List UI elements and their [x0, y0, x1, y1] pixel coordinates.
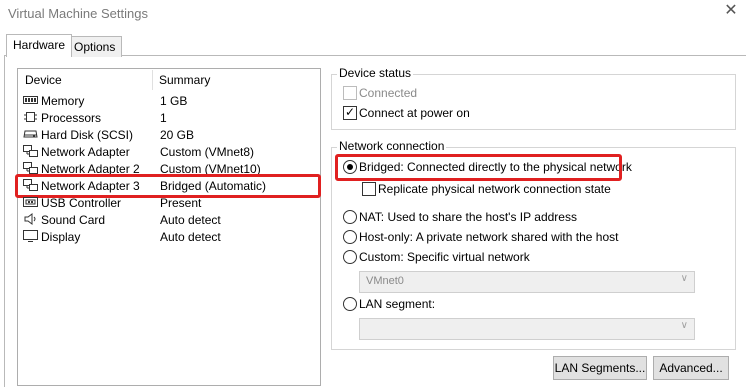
display-icon	[23, 230, 38, 242]
device-name: Hard Disk (SCSI)	[41, 128, 134, 142]
tab-hardware[interactable]: Hardware	[6, 34, 73, 57]
close-icon[interactable]: ✕	[723, 2, 739, 20]
window-title: Virtual Machine Settings	[8, 6, 148, 21]
device-name: Sound Card	[41, 213, 106, 227]
network-adapter-icon	[23, 162, 38, 174]
column-header-summary[interactable]: Summary	[159, 73, 210, 87]
device-summary: Custom (VMnet10)	[160, 162, 261, 176]
network-adapter-icon	[23, 145, 38, 157]
speaker-icon	[23, 213, 38, 225]
nat-label: NAT: Used to share the host's IP address	[359, 210, 577, 224]
tab-options[interactable]: Options	[67, 36, 123, 57]
host-only-radio[interactable]	[343, 230, 357, 244]
hard-disk-icon	[23, 128, 38, 140]
connect-at-power-on-label: Connect at power on	[359, 106, 470, 120]
device-name: Network Adapter	[41, 145, 130, 159]
chevron-down-icon: ∨	[680, 320, 688, 331]
chevron-down-icon: ∨	[680, 273, 688, 284]
device-name: Memory	[41, 94, 85, 108]
usb-icon	[23, 196, 38, 208]
device-status-group	[331, 74, 736, 130]
radio-dot-icon	[347, 164, 353, 170]
device-name: Display	[41, 230, 81, 244]
device-row-sound-card[interactable]: Sound Card Auto detect	[23, 212, 313, 229]
replicate-state-label: Replicate physical network connection st…	[378, 182, 611, 196]
advanced-button[interactable]: Advanced...	[653, 356, 729, 380]
bridged-radio[interactable]	[343, 160, 357, 174]
custom-network-value: VMnet0	[366, 275, 404, 287]
device-row-hard-disk[interactable]: Hard Disk (SCSI) 20 GB	[23, 127, 313, 144]
device-summary: Custom (VMnet8)	[160, 145, 255, 159]
connected-label: Connected	[359, 86, 418, 100]
device-status-legend: Device status	[337, 66, 414, 80]
device-name: Processors	[41, 111, 102, 125]
bridged-label: Bridged: Connected directly to the physi…	[359, 160, 632, 174]
connect-at-power-on-checkbox[interactable]: ✓	[343, 105, 357, 120]
host-only-label: Host-only: A private network shared with…	[359, 230, 619, 244]
replicate-state-checkbox[interactable]	[362, 182, 376, 196]
custom-label: Custom: Specific virtual network	[359, 250, 530, 264]
connected-checkbox[interactable]	[343, 86, 357, 100]
device-summary: 1 GB	[160, 94, 188, 108]
column-header-device[interactable]: Device	[25, 73, 62, 87]
lan-segments-button[interactable]: LAN Segments...	[553, 356, 647, 380]
custom-network-select[interactable]: VMnet0 ∨	[359, 271, 695, 293]
checkmark-icon: ✓	[345, 105, 356, 119]
network-connection-legend: Network connection	[337, 139, 447, 153]
device-row-usb-controller[interactable]: USB Controller Present	[23, 195, 313, 212]
device-summary: 20 GB	[160, 128, 195, 142]
device-row-network-adapter-2[interactable]: Network Adapter 2 Custom (VMnet10)	[23, 161, 313, 178]
device-row-display[interactable]: Display Auto detect	[23, 229, 313, 246]
device-name: Network Adapter 3	[41, 179, 140, 193]
custom-radio[interactable]	[343, 250, 357, 264]
device-row-memory[interactable]: Memory 1 GB	[23, 93, 313, 110]
memory-icon	[23, 94, 38, 106]
nat-radio[interactable]	[343, 210, 357, 224]
lan-segment-radio[interactable]	[343, 297, 357, 311]
device-summary: 1	[160, 111, 167, 125]
device-summary: Bridged (Automatic)	[160, 179, 267, 193]
network-adapter-icon	[23, 179, 38, 191]
device-summary: Auto detect	[160, 230, 221, 244]
device-row-processors[interactable]: Processors 1	[23, 110, 313, 127]
processor-icon	[23, 111, 38, 123]
lan-segment-label: LAN segment:	[359, 297, 436, 311]
device-row-network-adapter[interactable]: Network Adapter Custom (VMnet8)	[23, 144, 313, 161]
device-summary: Auto detect	[160, 213, 221, 227]
device-row-network-adapter-3[interactable]: Network Adapter 3 Bridged (Automatic)	[23, 178, 313, 195]
device-name: USB Controller	[41, 196, 122, 210]
device-summary: Present	[160, 196, 202, 210]
lan-segment-select[interactable]: ∨	[359, 318, 695, 340]
device-name: Network Adapter 2	[41, 162, 140, 176]
column-divider	[152, 70, 153, 90]
